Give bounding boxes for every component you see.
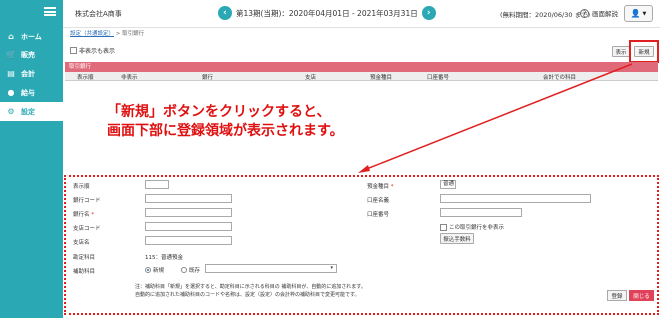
sidebar-item-payroll[interactable]: ● 給与 — [0, 83, 63, 102]
sidebar-item-label: ホーム — [21, 32, 42, 41]
column-header: 表示順 — [77, 75, 94, 81]
branch-name-label: 支店名 — [73, 240, 90, 246]
table-header: 表示順 非表示 銀行 支店 預金種目 口座番号 会計での科目 — [65, 72, 658, 81]
register-button[interactable]: 登録 — [607, 290, 627, 301]
transfer-fee-button[interactable]: 振込手数料 — [440, 233, 474, 244]
column-header: 口座番号 — [427, 75, 450, 81]
sidebar-item-label: 設定 — [21, 107, 35, 116]
column-header: 銀行 — [202, 75, 214, 81]
order-input[interactable] — [145, 180, 169, 189]
hide-bank-toggle[interactable]: この取引銀行を非表示 — [440, 223, 504, 231]
caret-down-icon: ▼ — [642, 10, 647, 17]
show-hidden-checkbox[interactable] — [70, 47, 77, 54]
hamburger-menu-icon[interactable] — [44, 7, 56, 16]
period-selector: ‹ 第13期(当期)：2020年04月01日 - 2021年03月31日 › — [218, 6, 436, 20]
next-period-button[interactable]: › — [421, 6, 436, 20]
annotation-line: 画面下部に登録領域が表示されます。 — [107, 123, 344, 139]
show-hidden-toggle[interactable]: 非表示も表示 — [70, 46, 115, 55]
branch-code-input[interactable] — [145, 222, 232, 231]
home-icon: ⌂ — [8, 32, 14, 41]
help-icon: ? — [580, 8, 589, 18]
column-header: 支店 — [305, 75, 317, 81]
bank-code-input[interactable] — [145, 194, 232, 203]
hide-bank-checkbox[interactable] — [440, 223, 447, 231]
bank-name-label: 銀行名 * — [73, 210, 94, 218]
account-name-input[interactable] — [440, 194, 591, 203]
period-label: 第13期(当期)：2020年04月01日 - 2021年03月31日 — [236, 8, 418, 18]
sidebar-item-label: 会計 — [21, 69, 35, 78]
free-period-label: (無料期間：2020/06/30 まで) — [500, 11, 591, 19]
order-label: 表示順 — [73, 184, 90, 190]
radio-new-label: 新規 — [153, 268, 165, 274]
radio-new-option[interactable]: 新規 — [145, 266, 164, 274]
required-mark: * — [91, 212, 95, 218]
company-name: 株式会社A商事 — [75, 10, 122, 18]
account-subject-label: 勘定科目 — [73, 255, 96, 261]
note-line: 注：補助科目「新規」を選択すると、勘定科目に示される科目の 補助科目が、自動的に… — [135, 284, 366, 290]
close-button[interactable]: 閉じる — [629, 290, 654, 301]
bank-name-label-text: 銀行名 — [73, 212, 90, 218]
branch-code-label: 支店コード — [73, 226, 101, 232]
column-header: 会計での科目 — [543, 75, 577, 81]
new-button-highlight — [629, 40, 659, 63]
prev-period-button[interactable]: ‹ — [218, 6, 232, 20]
header: 株式会社A商事 ‹ 第13期(当期)：2020年04月01日 - 2021年03… — [63, 0, 660, 28]
breadcrumb-current: 取引銀行 — [122, 31, 145, 37]
chevron-down-icon: ▾ — [330, 265, 333, 271]
required-mark: * — [390, 184, 394, 190]
deposit-type-select[interactable]: 普通 — [440, 180, 456, 189]
gear-icon: ⚙ — [7, 107, 15, 116]
annotation-text: 「新規」ボタンをクリックすると、 画面下部に登録領域が表示されます。 — [107, 103, 344, 141]
hide-bank-label: この取引銀行を非表示 — [449, 225, 505, 231]
sidebar-item-sales[interactable]: 🛒 販売 — [0, 45, 63, 64]
cart-icon: 🛒 — [6, 50, 16, 59]
sidebar-item-settings[interactable]: ⚙ 設定 — [0, 102, 63, 121]
radio-existing[interactable] — [181, 267, 187, 273]
sub-subject-select[interactable]: ▾ — [205, 264, 337, 273]
sub-subject-label: 補助科目 — [73, 269, 96, 275]
table-title: 取引銀行 — [65, 62, 658, 72]
bank-code-label: 銀行コード — [73, 198, 101, 204]
breadcrumb-separator: > — [115, 31, 121, 37]
ledger-icon: ▤ — [7, 69, 15, 78]
account-number-input[interactable] — [440, 208, 522, 217]
deposit-type-label-text: 預金種目 — [367, 184, 390, 190]
breadcrumb: 設定（共通設定） > 取引銀行 — [70, 29, 144, 37]
display-button[interactable]: 表示 — [612, 46, 630, 57]
account-name-label: 口座名義 — [367, 198, 390, 204]
show-hidden-label: 非表示も表示 — [79, 48, 116, 55]
annotation-line: 「新規」ボタンをクリックすると、 — [107, 104, 331, 120]
sidebar-item-accounting[interactable]: ▤ 会計 — [0, 64, 63, 83]
money-bag-icon: ● — [7, 88, 15, 97]
help-label: 画面解説 — [592, 10, 618, 18]
sidebar: ⌂ ホーム 🛒 販売 ▤ 会計 ● 給与 ⚙ 設定 — [0, 0, 63, 318]
sidebar-item-home[interactable]: ⌂ ホーム — [0, 27, 63, 46]
form-note: 注：補助科目「新規」を選択すると、勘定科目に示される科目の 補助科目が、自動的に… — [135, 283, 366, 299]
user-menu-button[interactable]: 👤 ▼ — [624, 5, 653, 22]
account-subject-value: 115：普通預金 — [145, 255, 183, 261]
breadcrumb-parent-link[interactable]: 設定（共通設定） — [70, 31, 114, 37]
radio-existing-label: 既存 — [189, 268, 201, 274]
bank-name-input[interactable] — [145, 208, 232, 217]
sidebar-item-label: 販売 — [21, 50, 35, 59]
sidebar-item-label: 給与 — [21, 88, 35, 97]
column-header: 非表示 — [121, 75, 138, 81]
column-header: 預金種目 — [370, 75, 393, 81]
radio-new[interactable] — [145, 267, 151, 273]
radio-existing-option[interactable]: 既存 — [181, 266, 200, 274]
user-icon: 👤 — [630, 9, 641, 18]
account-number-label: 口座番号 — [367, 212, 390, 218]
branch-name-input[interactable] — [145, 236, 232, 245]
note-line: 自動的に追加された補助科目のコードや名称は、設定（設定）の会計枠の補助科目で変更… — [135, 292, 360, 298]
help-link[interactable]: ? 画面解説 — [580, 8, 618, 18]
deposit-type-label: 預金種目 * — [367, 182, 394, 190]
